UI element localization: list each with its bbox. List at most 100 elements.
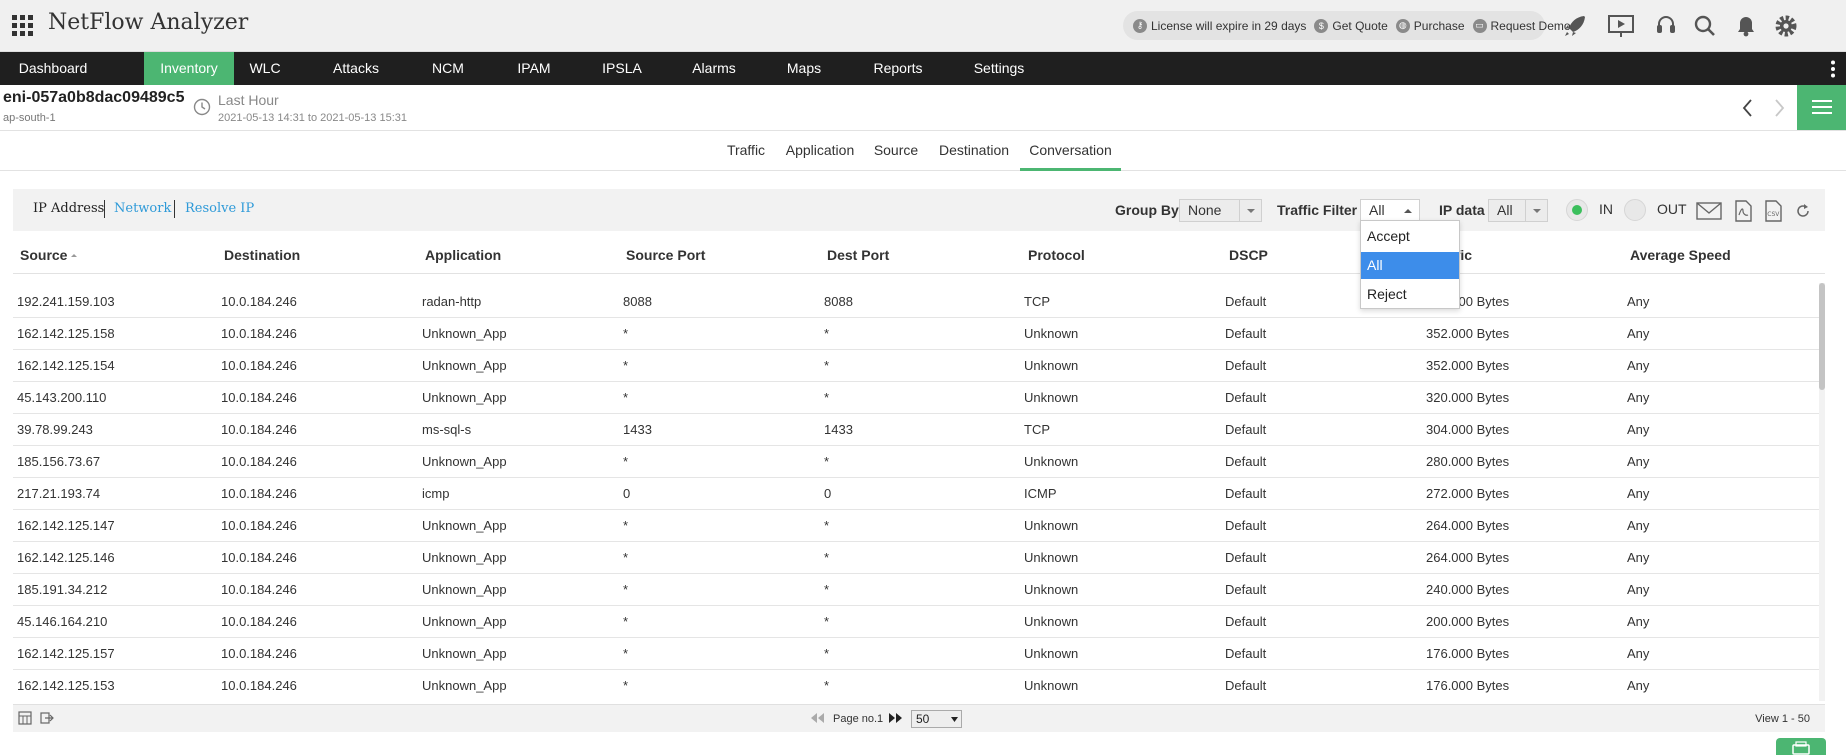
- column-header-destination[interactable]: Destination: [224, 247, 300, 263]
- table-row[interactable]: 192.241.159.103 10.0.184.246 radan-http 808…: [13, 286, 1819, 318]
- rocket-icon[interactable]: [1562, 13, 1588, 39]
- nav-inventory[interactable]: Inventory: [144, 52, 234, 85]
- next-page-icon[interactable]: [888, 710, 904, 726]
- table-row[interactable]: 185.156.73.67 10.0.184.246 Unknown_App * * Un…: [13, 446, 1819, 478]
- time-period-label[interactable]: Last Hour: [218, 92, 279, 108]
- nav-ipam[interactable]: IPAM: [504, 52, 564, 85]
- table-row[interactable]: 162.142.125.153 10.0.184.246 Unknown_App * *…: [13, 670, 1819, 701]
- cell-destination: 10.0.184.246: [221, 326, 297, 341]
- refresh-icon[interactable]: [1794, 199, 1812, 223]
- get-quote-link[interactable]: $ Get Quote: [1314, 18, 1388, 33]
- csv-export-icon[interactable]: CSV: [1761, 199, 1785, 223]
- export-table-icon[interactable]: [39, 710, 55, 726]
- nav-reports[interactable]: Reports: [862, 52, 934, 85]
- column-header-protocol[interactable]: Protocol: [1028, 247, 1085, 263]
- cell-destination: 10.0.184.246: [221, 678, 297, 693]
- traffic-filter-select[interactable]: All: [1360, 199, 1420, 222]
- cell-average-speed: Any: [1627, 422, 1650, 437]
- next-arrow-icon[interactable]: [1771, 98, 1787, 118]
- column-header-dest-port[interactable]: Dest Port: [827, 247, 889, 263]
- license-expiry-link[interactable]: ⚷ License will expire in 29 days: [1133, 18, 1307, 33]
- conversation-panel: IP Address Network Resolve IP Group By N…: [13, 189, 1825, 732]
- nav-alarms[interactable]: Alarms: [681, 52, 747, 85]
- license-expiry-text: License will expire in 29 days: [1151, 18, 1307, 33]
- dropdown-option-accept[interactable]: Accept: [1361, 223, 1459, 250]
- nav-wlc[interactable]: WLC: [234, 52, 296, 85]
- search-icon[interactable]: [1692, 13, 1718, 39]
- scrollbar-thumb[interactable]: [1819, 283, 1825, 390]
- presentation-icon[interactable]: [1607, 13, 1635, 39]
- table-row[interactable]: 45.143.200.110 10.0.184.246 Unknown_App * * U…: [13, 382, 1819, 414]
- tab-source[interactable]: Source: [868, 131, 924, 171]
- ip-address-option[interactable]: IP Address: [33, 201, 104, 216]
- ip-data-select[interactable]: All: [1488, 199, 1548, 222]
- dropdown-option-all[interactable]: All: [1361, 252, 1459, 279]
- out-radio[interactable]: [1624, 199, 1646, 221]
- nav-ipsla[interactable]: IPSLA: [590, 52, 654, 85]
- table-scrollbar[interactable]: [1819, 283, 1825, 701]
- table-row[interactable]: 45.146.164.210 10.0.184.246 Unknown_App * * U…: [13, 606, 1819, 638]
- table-row[interactable]: 162.142.125.157 10.0.184.246 Unknown_App * *…: [13, 638, 1819, 670]
- floating-action-button[interactable]: [1776, 738, 1826, 755]
- nav-settings[interactable]: Settings: [963, 52, 1035, 85]
- cell-dest-port: *: [824, 358, 830, 373]
- table-row[interactable]: 162.142.125.147 10.0.184.246 Unknown_App * *…: [13, 510, 1819, 542]
- cell-application: Unknown_App: [422, 518, 507, 533]
- column-chooser-icon[interactable]: [17, 710, 33, 726]
- pdf-export-icon[interactable]: [1731, 199, 1755, 223]
- table-row[interactable]: 162.142.125.158 10.0.184.246 Unknown_App * *…: [13, 318, 1819, 350]
- request-demo-link[interactable]: ▭ Request Demo: [1472, 18, 1571, 33]
- table-row[interactable]: 217.21.193.74 10.0.184.246 icmp 0 0 ICMP Defau…: [13, 478, 1819, 510]
- cell-protocol: Unknown: [1024, 550, 1079, 565]
- in-radio[interactable]: [1566, 199, 1588, 221]
- main-nav: Dashboard Inventory WLC Attacks NCM IPAM…: [0, 52, 1846, 85]
- cell-dest-port: *: [824, 646, 830, 661]
- first-page-icon[interactable]: [809, 710, 825, 726]
- cell-dscp: Default: [1225, 326, 1267, 341]
- table-row[interactable]: 185.191.34.212 10.0.184.246 Unknown_App * * U…: [13, 574, 1819, 606]
- table-row[interactable]: 162.142.125.154 10.0.184.246 Unknown_App * *…: [13, 350, 1819, 382]
- tab-traffic[interactable]: Traffic: [718, 131, 774, 171]
- table-body: 192.241.159.103 10.0.184.246 radan-http 808…: [13, 286, 1819, 701]
- cell-dscp: Default: [1225, 294, 1267, 309]
- side-menu-button[interactable]: [1797, 85, 1846, 130]
- support-icon[interactable]: [1653, 13, 1679, 39]
- traffic-filter-dropdown: Accept All Reject: [1360, 220, 1460, 309]
- page-size-select[interactable]: 50: [911, 710, 962, 728]
- purchase-link[interactable]: ◍ Purchase: [1395, 18, 1465, 33]
- cell-average-speed: Any: [1627, 454, 1650, 469]
- nav-maps[interactable]: Maps: [773, 52, 835, 85]
- nav-dashboard[interactable]: Dashboard: [0, 52, 106, 85]
- table-row[interactable]: 39.78.99.243 10.0.184.246 ms-sql-s 1433 1433…: [13, 414, 1819, 446]
- tab-conversation[interactable]: Conversation: [1020, 131, 1121, 171]
- column-header-source[interactable]: Source: [20, 247, 78, 263]
- column-header-average-speed[interactable]: Average Speed: [1630, 247, 1731, 263]
- email-icon[interactable]: [1695, 199, 1723, 223]
- cell-average-speed: Any: [1627, 614, 1650, 629]
- tab-destination[interactable]: Destination: [932, 131, 1016, 171]
- cell-average-speed: Any: [1627, 358, 1650, 373]
- cell-source-port: *: [623, 582, 629, 597]
- resolve-ip-link[interactable]: Resolve IP: [185, 201, 254, 216]
- tab-application[interactable]: Application: [780, 131, 860, 171]
- previous-arrow-icon[interactable]: [1740, 98, 1756, 118]
- apps-grid-icon[interactable]: [12, 15, 34, 37]
- column-header-dscp[interactable]: DSCP: [1229, 247, 1268, 263]
- nav-attacks[interactable]: Attacks: [321, 52, 391, 85]
- network-link[interactable]: Network: [114, 201, 171, 216]
- clock-icon[interactable]: [193, 98, 211, 116]
- more-vertical-icon[interactable]: [1830, 60, 1836, 78]
- request-demo-text: Request Demo: [1490, 18, 1571, 33]
- dropdown-option-reject[interactable]: Reject: [1361, 281, 1459, 308]
- bell-icon[interactable]: [1733, 13, 1759, 39]
- column-header-application[interactable]: Application: [425, 247, 501, 263]
- cell-average-speed: Any: [1627, 646, 1650, 661]
- cell-application: Unknown_App: [422, 454, 507, 469]
- group-by-select[interactable]: None: [1179, 199, 1262, 222]
- table-row[interactable]: 162.142.125.146 10.0.184.246 Unknown_App * *…: [13, 542, 1819, 574]
- cell-protocol: ICMP: [1024, 486, 1057, 501]
- out-label: OUT: [1657, 201, 1687, 217]
- gear-icon[interactable]: [1773, 13, 1799, 39]
- nav-ncm[interactable]: NCM: [418, 52, 478, 85]
- column-header-source-port[interactable]: Source Port: [626, 247, 705, 263]
